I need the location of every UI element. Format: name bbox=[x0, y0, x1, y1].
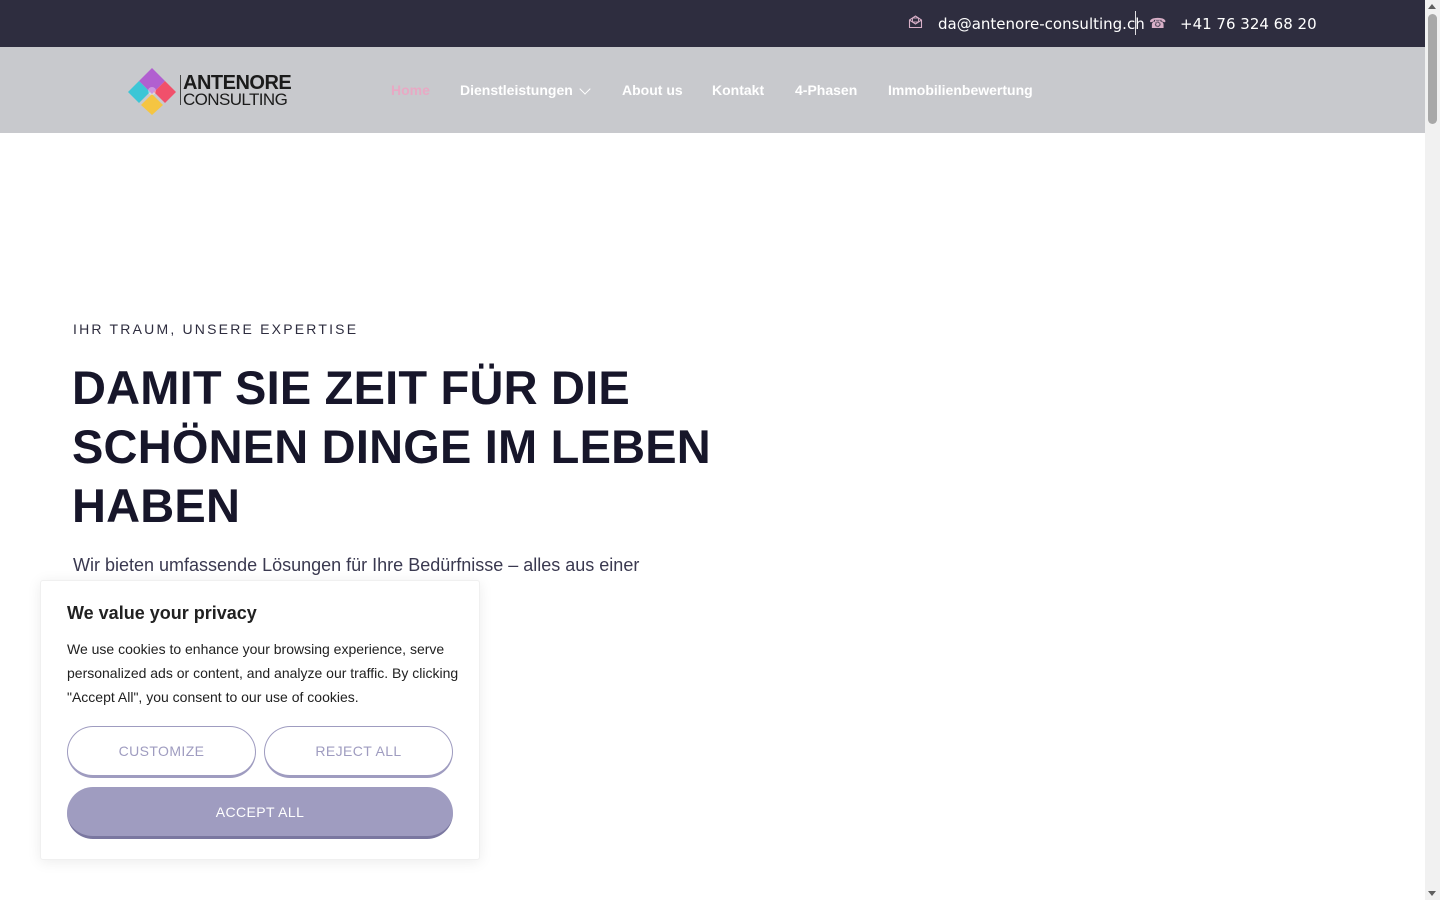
email-address: da@antenore-consulting.ch bbox=[938, 14, 1145, 33]
hero-eyebrow: IHR TRAUM, UNSERE EXPERTISE bbox=[73, 321, 359, 337]
phone-icon: ☎ bbox=[1149, 15, 1167, 32]
nav-item-dienstleistungen[interactable]: Dienstleistungen bbox=[460, 47, 591, 133]
nav-item-kontakt[interactable]: Kontakt bbox=[712, 47, 764, 133]
cookie-title: We value your privacy bbox=[67, 603, 257, 623]
top-contact-bar: da@antenore-consulting.ch ☎ +41 76 324 6… bbox=[0, 0, 1425, 47]
nav-item-label: Dienstleistungen bbox=[460, 82, 573, 98]
email-link[interactable]: da@antenore-consulting.ch bbox=[907, 0, 1145, 47]
main-navbar: ANTENORE CONSULTING Home Dienstleistunge… bbox=[0, 47, 1425, 133]
nav-item-4-phasen[interactable]: 4-Phasen bbox=[795, 47, 857, 133]
logo-divider bbox=[180, 75, 181, 105]
page-scrollbar[interactable] bbox=[1425, 0, 1440, 900]
chevron-down-icon bbox=[579, 83, 591, 95]
reject-all-button[interactable]: REJECT ALL bbox=[264, 726, 453, 778]
phone-link[interactable]: ☎ +41 76 324 68 20 bbox=[1149, 0, 1317, 47]
scroll-up-arrow-icon[interactable] bbox=[1428, 4, 1436, 9]
cookie-consent-banner: We value your privacy We use cookies to … bbox=[40, 580, 480, 860]
nav-item-about-us[interactable]: About us bbox=[622, 47, 683, 133]
site-logo[interactable]: ANTENORE CONSULTING bbox=[127, 66, 292, 116]
nav-item-immobilienbewertung[interactable]: Immobilienbewertung bbox=[888, 47, 1033, 133]
nav-item-home[interactable]: Home bbox=[391, 47, 430, 133]
mail-open-icon bbox=[907, 14, 923, 33]
customize-button[interactable]: CUSTOMIZE bbox=[67, 726, 256, 778]
accept-all-button[interactable]: ACCEPT ALL bbox=[67, 787, 453, 839]
scrollbar-thumb[interactable] bbox=[1428, 14, 1437, 124]
phone-number: +41 76 324 68 20 bbox=[1180, 14, 1317, 33]
hero-lead-text: Wir bieten umfassende Lösungen für Ihre … bbox=[73, 555, 640, 575]
puzzle-logo-icon bbox=[128, 68, 176, 115]
cookie-text: We use cookies to enhance your browsing … bbox=[67, 641, 459, 705]
scroll-down-arrow-icon[interactable] bbox=[1428, 891, 1436, 896]
contact-divider bbox=[1135, 11, 1136, 35]
logo-text-line2: CONSULTING bbox=[183, 90, 288, 109]
hero-headline: DAMIT SIE ZEIT FÜR DIE SCHÖNEN DINGE IM … bbox=[72, 361, 711, 532]
